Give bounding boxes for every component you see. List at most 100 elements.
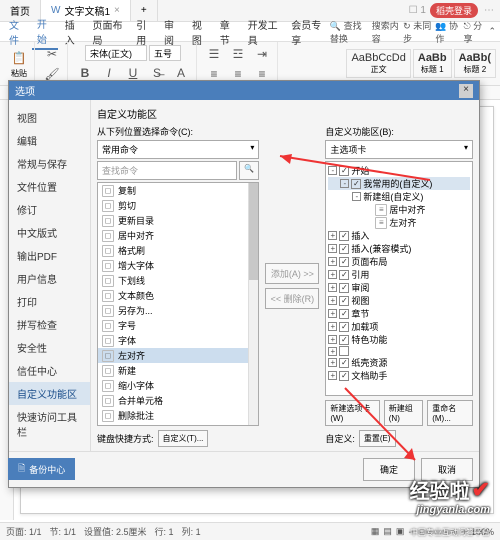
- command-item[interactable]: ◻缩小字体: [98, 378, 248, 393]
- nav-item[interactable]: 视图: [9, 106, 90, 129]
- view-mode-icon[interactable]: ▤: [383, 526, 392, 537]
- expand-icon[interactable]: +: [328, 371, 337, 380]
- coop-button[interactable]: 👥 协作: [435, 19, 459, 45]
- checkbox[interactable]: ✓: [339, 283, 349, 293]
- checkbox[interactable]: ✓: [351, 179, 361, 189]
- command-item[interactable]: ◻文本颜色: [98, 288, 248, 303]
- tree-item[interactable]: ≡居中对齐: [328, 203, 470, 216]
- dialog-close-button[interactable]: ×: [459, 84, 473, 98]
- tree-item[interactable]: +✓引用: [328, 268, 470, 281]
- expand-icon[interactable]: +: [328, 358, 337, 367]
- font-select[interactable]: 宋体(正文): [85, 45, 147, 61]
- command-item[interactable]: ◻左对齐: [98, 348, 248, 363]
- tree-item[interactable]: +✓特色功能: [328, 333, 470, 346]
- expand-icon[interactable]: +: [328, 244, 337, 253]
- command-category-select[interactable]: 常用命令 ▾: [97, 140, 259, 159]
- checkbox[interactable]: ✓: [339, 371, 349, 381]
- customize-shortcut-button[interactable]: 自定义(T)...: [158, 430, 209, 447]
- nav-item[interactable]: 用户信息: [9, 267, 90, 290]
- command-item[interactable]: ◻格式刷: [98, 243, 248, 258]
- nav-item[interactable]: 输出PDF: [9, 244, 90, 267]
- checkbox[interactable]: ✓: [339, 231, 349, 241]
- tree-item[interactable]: +: [328, 346, 470, 356]
- remove-button[interactable]: << 删除(R): [265, 288, 319, 309]
- nav-item[interactable]: 中文版式: [9, 221, 90, 244]
- command-search-input[interactable]: 查找命令: [97, 161, 237, 180]
- checkbox[interactable]: ✓: [339, 166, 349, 176]
- ok-button[interactable]: 确定: [363, 458, 415, 481]
- numbering-button[interactable]: ☲: [227, 44, 249, 64]
- expand-icon[interactable]: +: [328, 322, 337, 331]
- scrollbar[interactable]: [248, 183, 258, 425]
- checkbox[interactable]: [339, 346, 349, 356]
- tree-item[interactable]: +✓页面布局: [328, 255, 470, 268]
- tree-item[interactable]: +✓视图: [328, 294, 470, 307]
- find-replace[interactable]: 🔍 查找替换: [330, 19, 368, 45]
- command-item[interactable]: ◻新建: [98, 363, 248, 378]
- style-h1[interactable]: AaBb 标题 1: [413, 49, 452, 78]
- command-item[interactable]: ◻增大字体: [98, 258, 248, 273]
- tree-item[interactable]: +✓加载项: [328, 320, 470, 333]
- nav-item[interactable]: 拼写检查: [9, 313, 90, 336]
- command-item[interactable]: ◻剪切: [98, 198, 248, 213]
- command-item[interactable]: ◻复制: [98, 183, 248, 198]
- checkbox[interactable]: ✓: [339, 296, 349, 306]
- expand-icon[interactable]: +: [328, 283, 337, 292]
- nav-item[interactable]: 信任中心: [9, 359, 90, 382]
- nav-item[interactable]: 常规与保存: [9, 152, 90, 175]
- command-item[interactable]: ◻字体: [98, 333, 248, 348]
- expand-icon[interactable]: +: [328, 257, 337, 266]
- checkbox[interactable]: ✓: [339, 309, 349, 319]
- ribbon-tree[interactable]: -✓开始-✓我常用的(自定义)-新建组(自定义)≡居中对齐≡左对齐+✓插入+✓插…: [325, 161, 473, 396]
- expand-icon[interactable]: -: [340, 179, 349, 188]
- new-group-button[interactable]: 新建组(N): [384, 400, 423, 426]
- paste-button[interactable]: 📋: [8, 48, 30, 68]
- command-item[interactable]: ◻删除批注: [98, 408, 248, 423]
- command-item[interactable]: ◻更新目录: [98, 213, 248, 228]
- expand-icon[interactable]: +: [328, 335, 337, 344]
- expand-icon[interactable]: -: [352, 192, 361, 201]
- backup-center-button[interactable]: 🗎 备份中心: [8, 458, 75, 480]
- tree-item[interactable]: ≡左对齐: [328, 216, 470, 229]
- expand-icon[interactable]: -: [328, 166, 337, 175]
- command-item[interactable]: ◻另存为...: [98, 303, 248, 318]
- status-page[interactable]: 页面: 1/1: [6, 525, 42, 538]
- nav-item[interactable]: 编辑: [9, 129, 90, 152]
- command-item[interactable]: ◻下划线: [98, 273, 248, 288]
- nav-item[interactable]: 修订: [9, 198, 90, 221]
- tree-item[interactable]: +✓审阅: [328, 281, 470, 294]
- expand-icon[interactable]: +: [328, 347, 337, 356]
- command-item[interactable]: ◻字号: [98, 318, 248, 333]
- view-mode-icon[interactable]: ▦: [371, 526, 380, 537]
- search-content[interactable]: 搜索内容: [372, 19, 399, 45]
- add-button[interactable]: 添加(A) >>: [265, 263, 319, 284]
- ribbon-tabs-select[interactable]: 主选项卡 ▾: [325, 140, 473, 159]
- style-h2[interactable]: AaBb( 标题 2: [454, 49, 496, 78]
- collapse-ribbon-icon[interactable]: ⌃: [488, 26, 496, 37]
- cut-button[interactable]: ✂: [41, 44, 63, 64]
- nav-item[interactable]: 自定义功能区: [9, 382, 90, 405]
- login-button[interactable]: 稻壳登录: [430, 3, 478, 18]
- nav-item[interactable]: 安全性: [9, 336, 90, 359]
- font-size-select[interactable]: 五号: [149, 45, 181, 61]
- search-button[interactable]: 🔍: [239, 161, 259, 180]
- new-tab-button[interactable]: 新建选项卡(W): [325, 400, 379, 426]
- checkbox[interactable]: ✓: [339, 322, 349, 332]
- tree-item[interactable]: +✓插入: [328, 229, 470, 242]
- sync-status[interactable]: ↻ 未同步: [403, 19, 431, 45]
- tree-item[interactable]: +✓插入(兼容模式): [328, 242, 470, 255]
- share-button[interactable]: ⎋ 分享: [463, 19, 484, 45]
- command-item[interactable]: ◻居中对齐: [98, 228, 248, 243]
- command-item[interactable]: ◻合并单元格: [98, 393, 248, 408]
- tree-item[interactable]: +✓章节: [328, 307, 470, 320]
- commands-listbox[interactable]: ◻复制◻剪切◻更新目录◻居中对齐◻格式刷◻增大字体◻下划线◻文本颜色◻另存为..…: [97, 182, 259, 426]
- nav-item[interactable]: 文件位置: [9, 175, 90, 198]
- expand-icon[interactable]: +: [328, 270, 337, 279]
- checkbox[interactable]: ✓: [339, 257, 349, 267]
- expand-icon[interactable]: +: [328, 309, 337, 318]
- expand-icon[interactable]: +: [328, 296, 337, 305]
- reset-button[interactable]: 重置(E): [359, 430, 396, 447]
- tree-item[interactable]: -✓开始: [328, 164, 470, 177]
- command-item[interactable]: ◻重新开始编号: [98, 423, 248, 425]
- rename-button[interactable]: 重命名(M)...: [427, 400, 473, 426]
